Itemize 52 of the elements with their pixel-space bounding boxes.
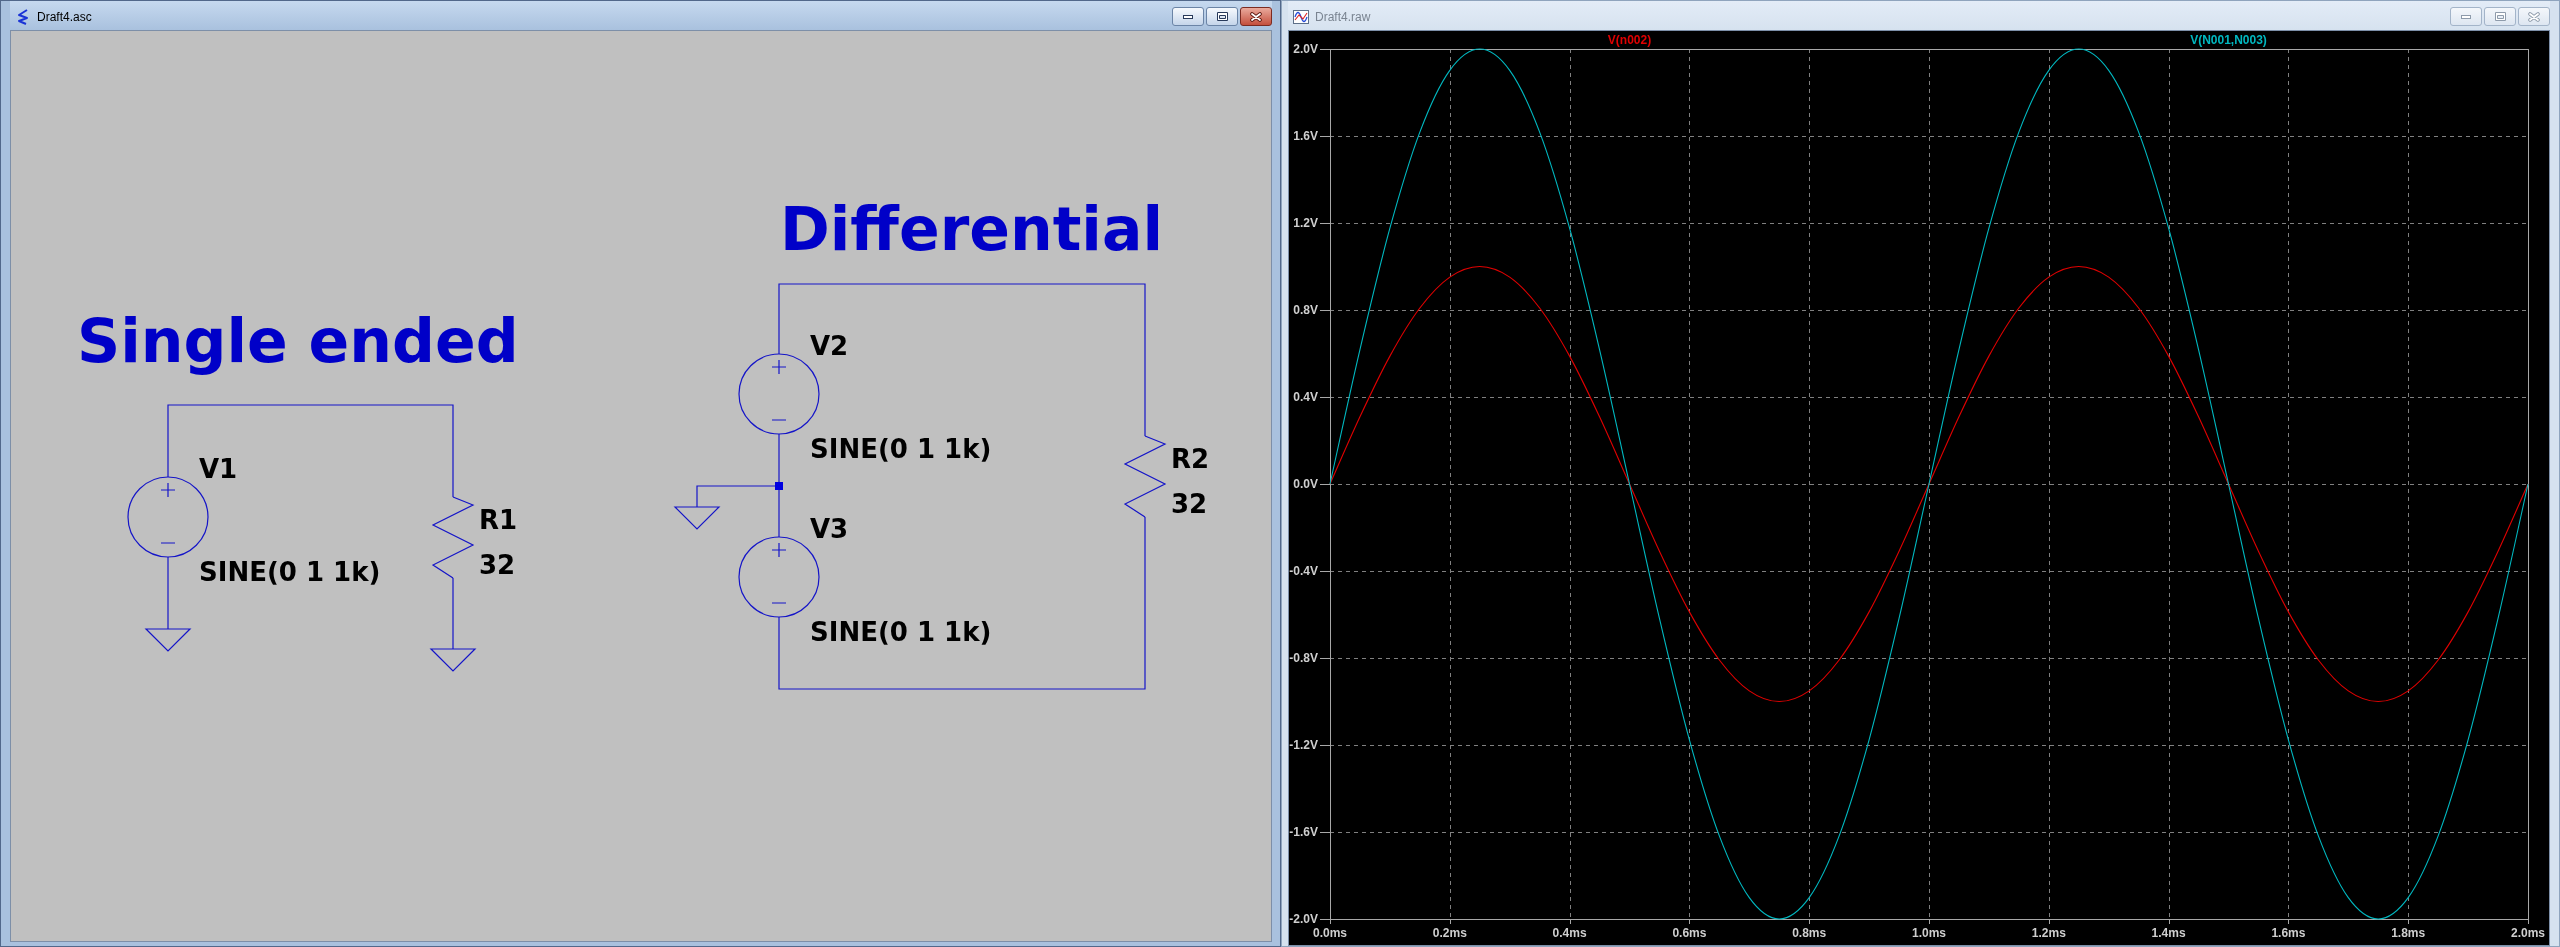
component-label: R2 xyxy=(1171,444,1210,474)
section-heading: Single ended xyxy=(77,306,519,376)
axis-tick-label: 0.0V xyxy=(1293,477,1318,491)
axis-tick-label: -1.6V xyxy=(1289,825,1318,839)
window-title: Draft4.raw xyxy=(1315,10,1371,24)
component-value: 32 xyxy=(479,550,516,580)
axis-tick-label: 0.4ms xyxy=(1552,926,1587,940)
waveform-icon xyxy=(1293,9,1309,25)
axis-tick-label: 1.6ms xyxy=(2271,926,2306,940)
component-value: SINE(0 1 1k) xyxy=(199,557,381,587)
axis-tick-label: 1.4ms xyxy=(2151,926,2186,940)
trace-label: V(N001,N003) xyxy=(2190,33,2267,47)
maximize-icon xyxy=(2494,12,2506,21)
axis-tick-label: 0.0ms xyxy=(1313,926,1347,940)
window-title: Draft4.asc xyxy=(37,10,92,24)
zigzag-icon xyxy=(15,9,31,25)
ground-symbol xyxy=(429,648,477,672)
axis-tick-label: 2.0ms xyxy=(2511,926,2545,940)
axis-tick-label: 1.2V xyxy=(1293,216,1318,230)
component-label: V3 xyxy=(810,514,849,544)
axis-tick-label: 0.4V xyxy=(1293,390,1318,404)
axis-tick-label: -1.2V xyxy=(1289,738,1318,752)
axis-tick-label: 1.6V xyxy=(1293,129,1318,143)
minimize-button[interactable] xyxy=(1172,7,1204,26)
component-label: V1 xyxy=(199,454,238,484)
axis-tick-label: 0.6ms xyxy=(1672,926,1707,940)
section-heading: Differential xyxy=(780,194,1163,264)
ground-symbol xyxy=(144,628,192,652)
close-icon xyxy=(1250,11,1262,22)
trace-label: V(n002) xyxy=(1607,33,1652,47)
ground-symbol xyxy=(673,506,721,530)
axis-tick-label: 0.8ms xyxy=(1792,926,1827,940)
axis-tick-label: 2.0V xyxy=(1293,42,1318,56)
axis-tick-label: -0.4V xyxy=(1289,564,1318,578)
minimize-icon xyxy=(1183,14,1193,19)
axis-tick-label: 1.8ms xyxy=(2391,926,2426,940)
close-icon xyxy=(2528,11,2540,22)
axis-tick-label: -0.8V xyxy=(1289,651,1318,665)
close-button[interactable] xyxy=(1240,7,1272,26)
component-value: SINE(0 1 1k) xyxy=(810,434,992,464)
component-value: SINE(0 1 1k) xyxy=(810,617,992,647)
axis-tick-label: 1.2ms xyxy=(2031,926,2066,940)
component-label: R1 xyxy=(479,505,518,535)
minimize-icon xyxy=(2461,14,2471,19)
axis-tick-label: 0.8V xyxy=(1293,303,1318,317)
component-label: V2 xyxy=(810,331,849,361)
component-value: 32 xyxy=(1171,489,1208,519)
maximize-icon xyxy=(1216,12,1228,21)
axis-tick-label: 1.0ms xyxy=(1912,926,1946,940)
axis-tick-label: 0.2ms xyxy=(1432,926,1467,940)
maximize-button[interactable] xyxy=(1206,7,1238,26)
axis-tick-label: -2.0V xyxy=(1289,912,1318,926)
